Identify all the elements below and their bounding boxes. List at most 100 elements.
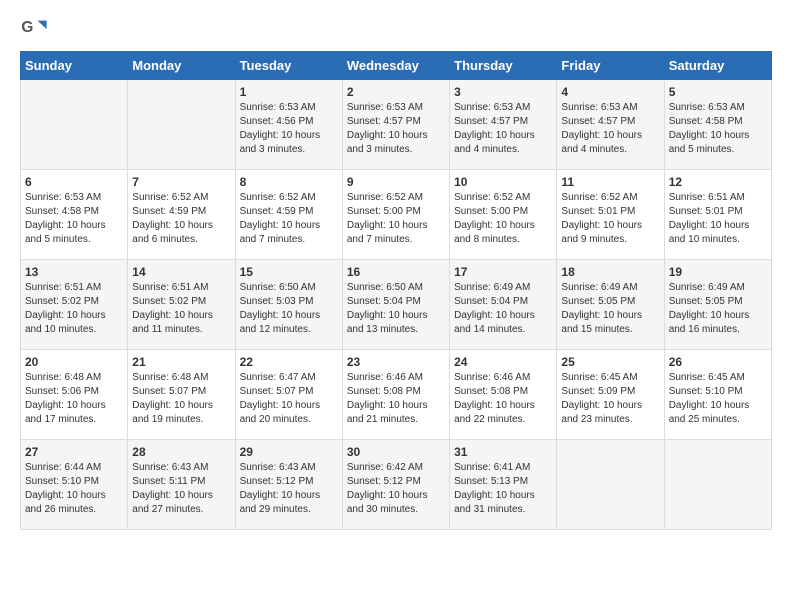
calendar-cell: 3 Sunrise: 6:53 AM Sunset: 4:57 PM Daylig… bbox=[450, 80, 557, 170]
day-info: Sunrise: 6:48 AM Sunset: 5:06 PM Dayligh… bbox=[25, 372, 106, 425]
day-of-week-header: Sunday bbox=[21, 52, 128, 80]
day-number: 7 bbox=[132, 175, 230, 189]
day-number: 21 bbox=[132, 355, 230, 369]
day-info: Sunrise: 6:45 AM Sunset: 5:09 PM Dayligh… bbox=[561, 372, 642, 425]
day-number: 4 bbox=[561, 85, 659, 99]
day-number: 12 bbox=[669, 175, 767, 189]
calendar-cell: 22 Sunrise: 6:47 AM Sunset: 5:07 PM Dayli… bbox=[235, 350, 342, 440]
day-info: Sunrise: 6:50 AM Sunset: 5:03 PM Dayligh… bbox=[240, 282, 321, 335]
calendar-cell: 12 Sunrise: 6:51 AM Sunset: 5:01 PM Dayli… bbox=[664, 170, 771, 260]
day-info: Sunrise: 6:52 AM Sunset: 5:00 PM Dayligh… bbox=[347, 192, 428, 245]
day-info: Sunrise: 6:49 AM Sunset: 5:04 PM Dayligh… bbox=[454, 282, 535, 335]
day-number: 30 bbox=[347, 445, 445, 459]
calendar-cell: 7 Sunrise: 6:52 AM Sunset: 4:59 PM Daylig… bbox=[128, 170, 235, 260]
svg-text:G: G bbox=[21, 19, 33, 36]
day-number: 8 bbox=[240, 175, 338, 189]
day-of-week-header: Thursday bbox=[450, 52, 557, 80]
calendar-cell: 17 Sunrise: 6:49 AM Sunset: 5:04 PM Dayli… bbox=[450, 260, 557, 350]
calendar-cell: 9Sunrise: 6:52 AM Sunset: 5:00 PM Daylig… bbox=[342, 170, 449, 260]
day-info: Sunrise: 6:43 AM Sunset: 5:12 PM Dayligh… bbox=[240, 462, 321, 515]
day-number: 23 bbox=[347, 355, 445, 369]
day-of-week-header: Saturday bbox=[664, 52, 771, 80]
calendar-week-row: 6 Sunrise: 6:53 AM Sunset: 4:58 PM Daylig… bbox=[21, 170, 772, 260]
day-info: Sunrise: 6:46 AM Sunset: 5:08 PM Dayligh… bbox=[347, 372, 428, 425]
calendar-cell: 23 Sunrise: 6:46 AM Sunset: 5:08 PM Dayli… bbox=[342, 350, 449, 440]
day-of-week-header: Wednesday bbox=[342, 52, 449, 80]
logo-icon: G bbox=[20, 15, 48, 43]
day-of-week-header: Friday bbox=[557, 52, 664, 80]
day-number: 16 bbox=[347, 265, 445, 279]
calendar-cell: 18Sunrise: 6:49 AM Sunset: 5:05 PM Dayli… bbox=[557, 260, 664, 350]
day-number: 17 bbox=[454, 265, 552, 279]
calendar-cell: 27 Sunrise: 6:44 AM Sunset: 5:10 PM Dayli… bbox=[21, 440, 128, 530]
calendar-body: 1Sunrise: 6:53 AM Sunset: 4:56 PM Daylig… bbox=[21, 80, 772, 530]
day-number: 13 bbox=[25, 265, 123, 279]
day-number: 26 bbox=[669, 355, 767, 369]
day-info: Sunrise: 6:53 AM Sunset: 4:57 PM Dayligh… bbox=[561, 102, 642, 155]
day-info: Sunrise: 6:51 AM Sunset: 5:01 PM Dayligh… bbox=[669, 192, 750, 245]
calendar-week-row: 20 Sunrise: 6:48 AM Sunset: 5:06 PM Dayli… bbox=[21, 350, 772, 440]
calendar-cell: 24 Sunrise: 6:46 AM Sunset: 5:08 PM Dayli… bbox=[450, 350, 557, 440]
calendar-cell: 4 Sunrise: 6:53 AM Sunset: 4:57 PM Daylig… bbox=[557, 80, 664, 170]
day-info: Sunrise: 6:44 AM Sunset: 5:10 PM Dayligh… bbox=[25, 462, 106, 515]
days-of-week-row: SundayMondayTuesdayWednesdayThursdayFrid… bbox=[21, 52, 772, 80]
day-info: Sunrise: 6:42 AM Sunset: 5:12 PM Dayligh… bbox=[347, 462, 428, 515]
day-info: Sunrise: 6:45 AM Sunset: 5:10 PM Dayligh… bbox=[669, 372, 750, 425]
day-of-week-header: Tuesday bbox=[235, 52, 342, 80]
calendar-cell: 10 Sunrise: 6:52 AM Sunset: 5:00 PM Dayli… bbox=[450, 170, 557, 260]
day-info: Sunrise: 6:51 AM Sunset: 5:02 PM Dayligh… bbox=[25, 282, 106, 335]
calendar-cell: 25 Sunrise: 6:45 AM Sunset: 5:09 PM Dayli… bbox=[557, 350, 664, 440]
calendar-cell bbox=[128, 80, 235, 170]
calendar-cell: 21 Sunrise: 6:48 AM Sunset: 5:07 PM Dayli… bbox=[128, 350, 235, 440]
day-info: Sunrise: 6:53 AM Sunset: 4:58 PM Dayligh… bbox=[25, 192, 106, 245]
day-info: Sunrise: 6:52 AM Sunset: 4:59 PM Dayligh… bbox=[240, 192, 321, 245]
calendar-cell: 19 Sunrise: 6:49 AM Sunset: 5:05 PM Dayli… bbox=[664, 260, 771, 350]
calendar-cell: 31Sunrise: 6:41 AM Sunset: 5:13 PM Dayli… bbox=[450, 440, 557, 530]
logo: G bbox=[20, 15, 52, 43]
day-number: 2 bbox=[347, 85, 445, 99]
day-number: 25 bbox=[561, 355, 659, 369]
day-info: Sunrise: 6:49 AM Sunset: 5:05 PM Dayligh… bbox=[669, 282, 750, 335]
calendar-cell: 6 Sunrise: 6:53 AM Sunset: 4:58 PM Daylig… bbox=[21, 170, 128, 260]
calendar-week-row: 27 Sunrise: 6:44 AM Sunset: 5:10 PM Dayli… bbox=[21, 440, 772, 530]
day-info: Sunrise: 6:53 AM Sunset: 4:57 PM Dayligh… bbox=[454, 102, 535, 155]
day-number: 27 bbox=[25, 445, 123, 459]
day-info: Sunrise: 6:41 AM Sunset: 5:13 PM Dayligh… bbox=[454, 462, 535, 515]
day-number: 22 bbox=[240, 355, 338, 369]
day-number: 15 bbox=[240, 265, 338, 279]
calendar-week-row: 13 Sunrise: 6:51 AM Sunset: 5:02 PM Dayli… bbox=[21, 260, 772, 350]
calendar-week-row: 1Sunrise: 6:53 AM Sunset: 4:56 PM Daylig… bbox=[21, 80, 772, 170]
day-number: 6 bbox=[25, 175, 123, 189]
day-info: Sunrise: 6:48 AM Sunset: 5:07 PM Dayligh… bbox=[132, 372, 213, 425]
day-of-week-header: Monday bbox=[128, 52, 235, 80]
calendar-cell: 15 Sunrise: 6:50 AM Sunset: 5:03 PM Dayli… bbox=[235, 260, 342, 350]
day-number: 19 bbox=[669, 265, 767, 279]
day-info: Sunrise: 6:47 AM Sunset: 5:07 PM Dayligh… bbox=[240, 372, 321, 425]
day-number: 14 bbox=[132, 265, 230, 279]
day-info: Sunrise: 6:52 AM Sunset: 4:59 PM Dayligh… bbox=[132, 192, 213, 245]
day-info: Sunrise: 6:52 AM Sunset: 5:00 PM Dayligh… bbox=[454, 192, 535, 245]
calendar-cell: 13 Sunrise: 6:51 AM Sunset: 5:02 PM Dayli… bbox=[21, 260, 128, 350]
day-info: Sunrise: 6:52 AM Sunset: 5:01 PM Dayligh… bbox=[561, 192, 642, 245]
calendar-cell: 8 Sunrise: 6:52 AM Sunset: 4:59 PM Daylig… bbox=[235, 170, 342, 260]
calendar-table: SundayMondayTuesdayWednesdayThursdayFrid… bbox=[20, 51, 772, 530]
calendar-cell: 28Sunrise: 6:43 AM Sunset: 5:11 PM Dayli… bbox=[128, 440, 235, 530]
calendar-cell: 11 Sunrise: 6:52 AM Sunset: 5:01 PM Dayli… bbox=[557, 170, 664, 260]
day-number: 10 bbox=[454, 175, 552, 189]
day-number: 24 bbox=[454, 355, 552, 369]
calendar-cell: 16Sunrise: 6:50 AM Sunset: 5:04 PM Dayli… bbox=[342, 260, 449, 350]
day-info: Sunrise: 6:53 AM Sunset: 4:57 PM Dayligh… bbox=[347, 102, 428, 155]
calendar-cell bbox=[664, 440, 771, 530]
calendar-cell: 5Sunrise: 6:53 AM Sunset: 4:58 PM Daylig… bbox=[664, 80, 771, 170]
day-info: Sunrise: 6:46 AM Sunset: 5:08 PM Dayligh… bbox=[454, 372, 535, 425]
day-number: 20 bbox=[25, 355, 123, 369]
calendar-cell: 2 Sunrise: 6:53 AM Sunset: 4:57 PM Daylig… bbox=[342, 80, 449, 170]
day-info: Sunrise: 6:53 AM Sunset: 4:56 PM Dayligh… bbox=[240, 102, 321, 155]
day-number: 29 bbox=[240, 445, 338, 459]
day-info: Sunrise: 6:43 AM Sunset: 5:11 PM Dayligh… bbox=[132, 462, 213, 515]
day-info: Sunrise: 6:53 AM Sunset: 4:58 PM Dayligh… bbox=[669, 102, 750, 155]
day-number: 18 bbox=[561, 265, 659, 279]
day-number: 3 bbox=[454, 85, 552, 99]
day-number: 11 bbox=[561, 175, 659, 189]
calendar-header: SundayMondayTuesdayWednesdayThursdayFrid… bbox=[21, 52, 772, 80]
